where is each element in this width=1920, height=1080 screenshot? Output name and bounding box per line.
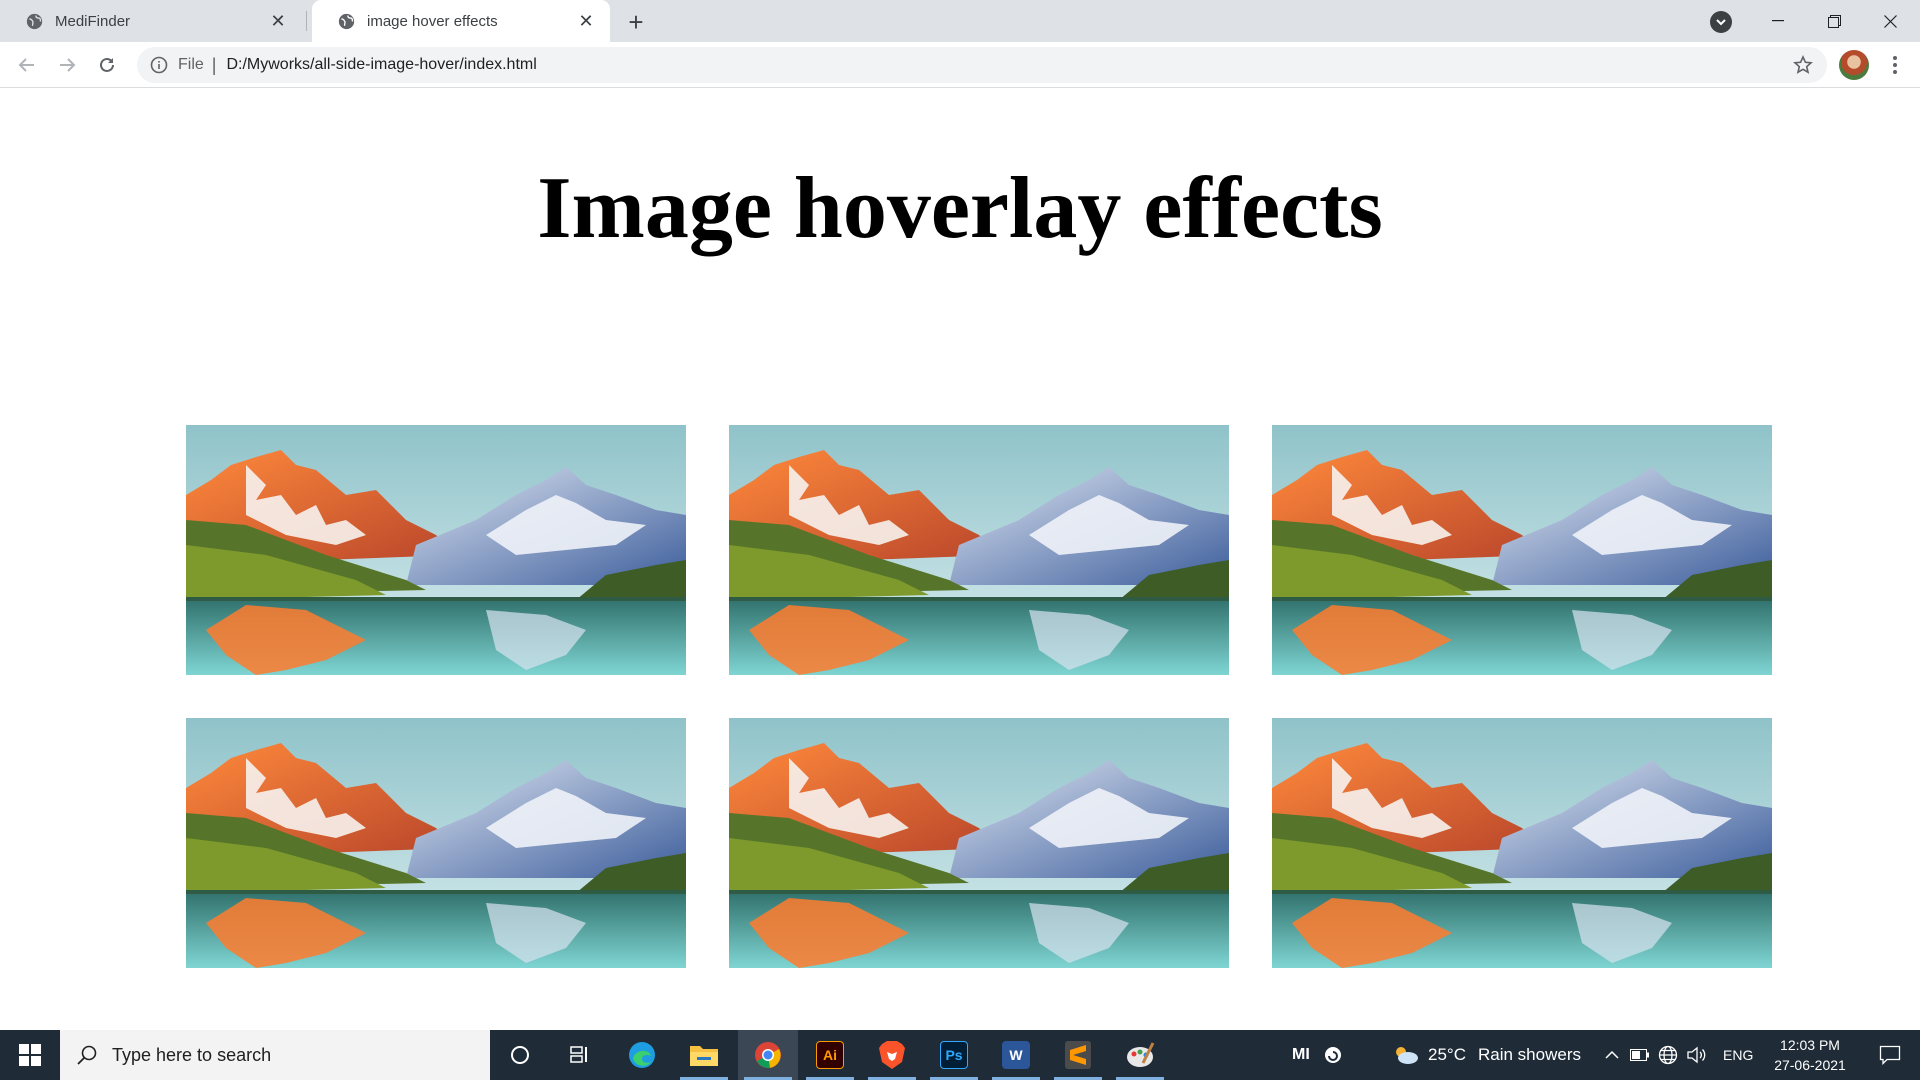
image-gallery (186, 425, 1772, 968)
chevron-up-icon[interactable] (1600, 1030, 1624, 1080)
brave-icon[interactable] (862, 1030, 922, 1080)
windows-logo-icon (19, 1044, 41, 1066)
landscape-image (186, 425, 686, 675)
word-label: W (1002, 1041, 1030, 1069)
network-globe-icon[interactable] (1656, 1030, 1680, 1080)
file-explorer-icon[interactable] (674, 1030, 734, 1080)
tab-medifinder[interactable]: MediFinder ✕ (0, 0, 302, 42)
profile-avatar[interactable] (1839, 50, 1869, 80)
reload-button[interactable] (92, 50, 122, 80)
url-text[interactable]: D:/Myworks/all-side-image-hover/index.ht… (226, 56, 536, 74)
tab-title: image hover effects (367, 12, 498, 30)
kebab-menu-icon[interactable] (1880, 50, 1910, 80)
browser-toolbar: File | D:/Myworks/all-side-image-hover/i… (0, 42, 1920, 88)
sublime-text-icon[interactable] (1048, 1030, 1108, 1080)
gallery-image[interactable] (1272, 425, 1772, 675)
minimize-button[interactable] (1750, 0, 1806, 42)
forward-button[interactable] (52, 50, 82, 80)
info-icon[interactable] (150, 56, 168, 74)
tab-image-hover-effects[interactable]: image hover effects ✕ (312, 0, 610, 42)
globe-icon (338, 13, 355, 29)
paint-icon[interactable] (1110, 1030, 1170, 1080)
tab-separator (306, 11, 307, 31)
cortana-icon[interactable] (490, 1030, 550, 1080)
mi-icon[interactable]: MI (1292, 1030, 1310, 1080)
illustrator-label: Ai (816, 1041, 844, 1069)
close-window-button[interactable] (1862, 0, 1918, 42)
gallery-image[interactable] (1272, 718, 1772, 968)
restore-button[interactable] (1806, 0, 1862, 42)
globe-icon (26, 13, 43, 29)
web-page: Image hoverlay effects (0, 88, 1920, 1030)
arrow-left-icon (18, 58, 34, 72)
weather-temperature[interactable]: 25°C (1428, 1030, 1466, 1080)
illustrator-icon[interactable]: Ai (800, 1030, 860, 1080)
chrome-icon[interactable] (738, 1030, 798, 1080)
address-separator: | (211, 54, 217, 75)
address-bar[interactable]: File | D:/Myworks/all-side-image-hover/i… (137, 47, 1827, 83)
photoshop-icon[interactable]: Ps (924, 1030, 984, 1080)
landscape-image (729, 718, 1229, 968)
clock-time: 12:03 PM (1780, 1037, 1840, 1053)
gallery-image[interactable] (729, 718, 1229, 968)
volume-icon[interactable] (1684, 1030, 1710, 1080)
start-button[interactable] (0, 1030, 60, 1080)
tab-title: MediFinder (55, 12, 131, 30)
language-indicator[interactable]: ENG (1723, 1030, 1753, 1080)
edge-icon[interactable] (612, 1030, 672, 1080)
search-placeholder: Type here to search (112, 1044, 272, 1065)
gallery-image[interactable] (186, 718, 686, 968)
battery-icon[interactable] (1628, 1030, 1652, 1080)
page-title: Image hoverlay effects (537, 160, 1383, 257)
windows-taskbar: Type here to search Ai Ps W MI 25°C Rain… (0, 1030, 1920, 1080)
clock-date: 27-06-2021 (1774, 1057, 1846, 1073)
landscape-image (186, 718, 686, 968)
search-icon (77, 1045, 97, 1065)
clock[interactable]: 12:03 PM 27-06-2021 (1760, 1035, 1860, 1075)
browser-tab-strip: MediFinder ✕ image hover effects ✕ + (0, 0, 1920, 42)
landscape-image (1272, 425, 1772, 675)
sync-icon[interactable] (1318, 1030, 1348, 1080)
arrow-right-icon (60, 58, 76, 72)
close-tab-icon[interactable]: ✕ (574, 9, 598, 33)
new-tab-button[interactable]: + (622, 8, 650, 36)
weather-cloud-icon[interactable] (1390, 1030, 1422, 1080)
task-view-icon[interactable] (550, 1030, 610, 1080)
notification-icon[interactable] (1866, 1030, 1914, 1080)
word-icon[interactable]: W (986, 1030, 1046, 1080)
landscape-image (729, 425, 1229, 675)
back-button[interactable] (12, 50, 42, 80)
gallery-image[interactable] (729, 425, 1229, 675)
reload-icon (100, 57, 114, 72)
weather-condition[interactable]: Rain showers (1478, 1030, 1581, 1080)
tab-search-icon[interactable] (1710, 11, 1732, 33)
star-icon[interactable] (1793, 55, 1813, 75)
landscape-image (1272, 718, 1772, 968)
scheme-label: File (178, 56, 204, 73)
close-tab-icon[interactable]: ✕ (266, 9, 290, 33)
gallery-image[interactable] (186, 425, 686, 675)
taskbar-search-box[interactable]: Type here to search (60, 1030, 490, 1080)
photoshop-label: Ps (940, 1041, 968, 1069)
